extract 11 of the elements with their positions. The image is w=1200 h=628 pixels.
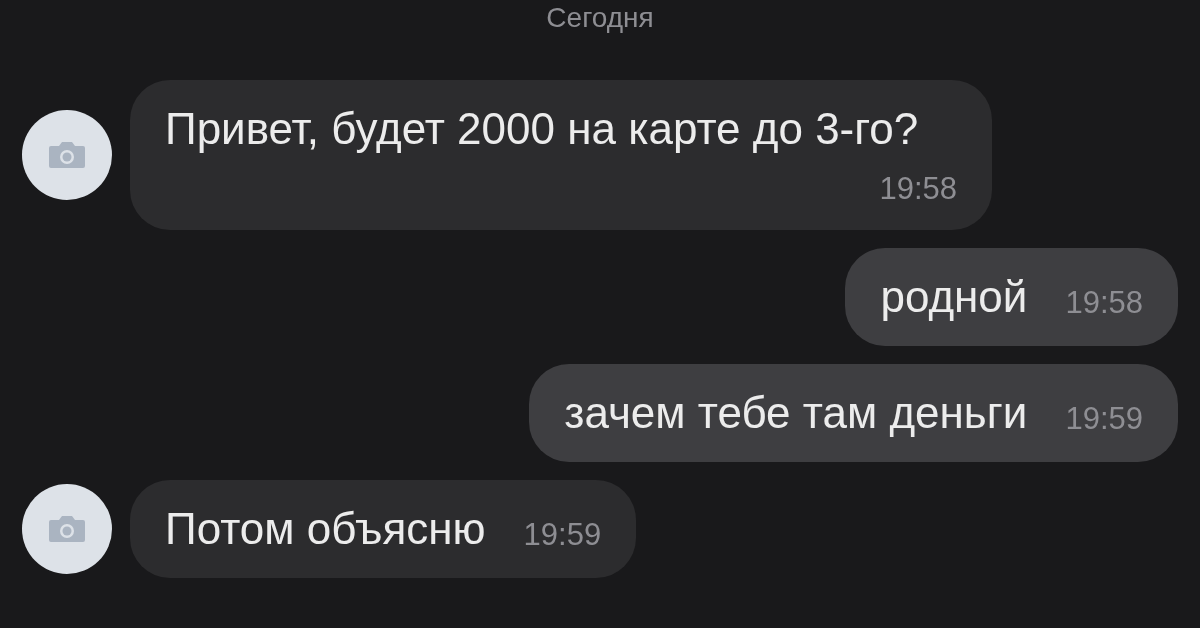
- message-time: 19:59: [523, 516, 602, 554]
- message-text: зачем тебе там деньги: [564, 388, 1028, 437]
- message-time: 19:58: [1065, 284, 1143, 322]
- message-time: 19:59: [1065, 400, 1143, 438]
- message-text: Привет, будет 2000 на карте до 3-го?: [165, 104, 919, 153]
- message-text: родной: [880, 272, 1028, 321]
- date-divider: Сегодня: [546, 2, 654, 33]
- message-text: Потом объясню: [165, 504, 486, 553]
- camera-icon: [47, 514, 87, 544]
- message-time: 19:58: [879, 170, 957, 208]
- camera-icon: [47, 140, 87, 170]
